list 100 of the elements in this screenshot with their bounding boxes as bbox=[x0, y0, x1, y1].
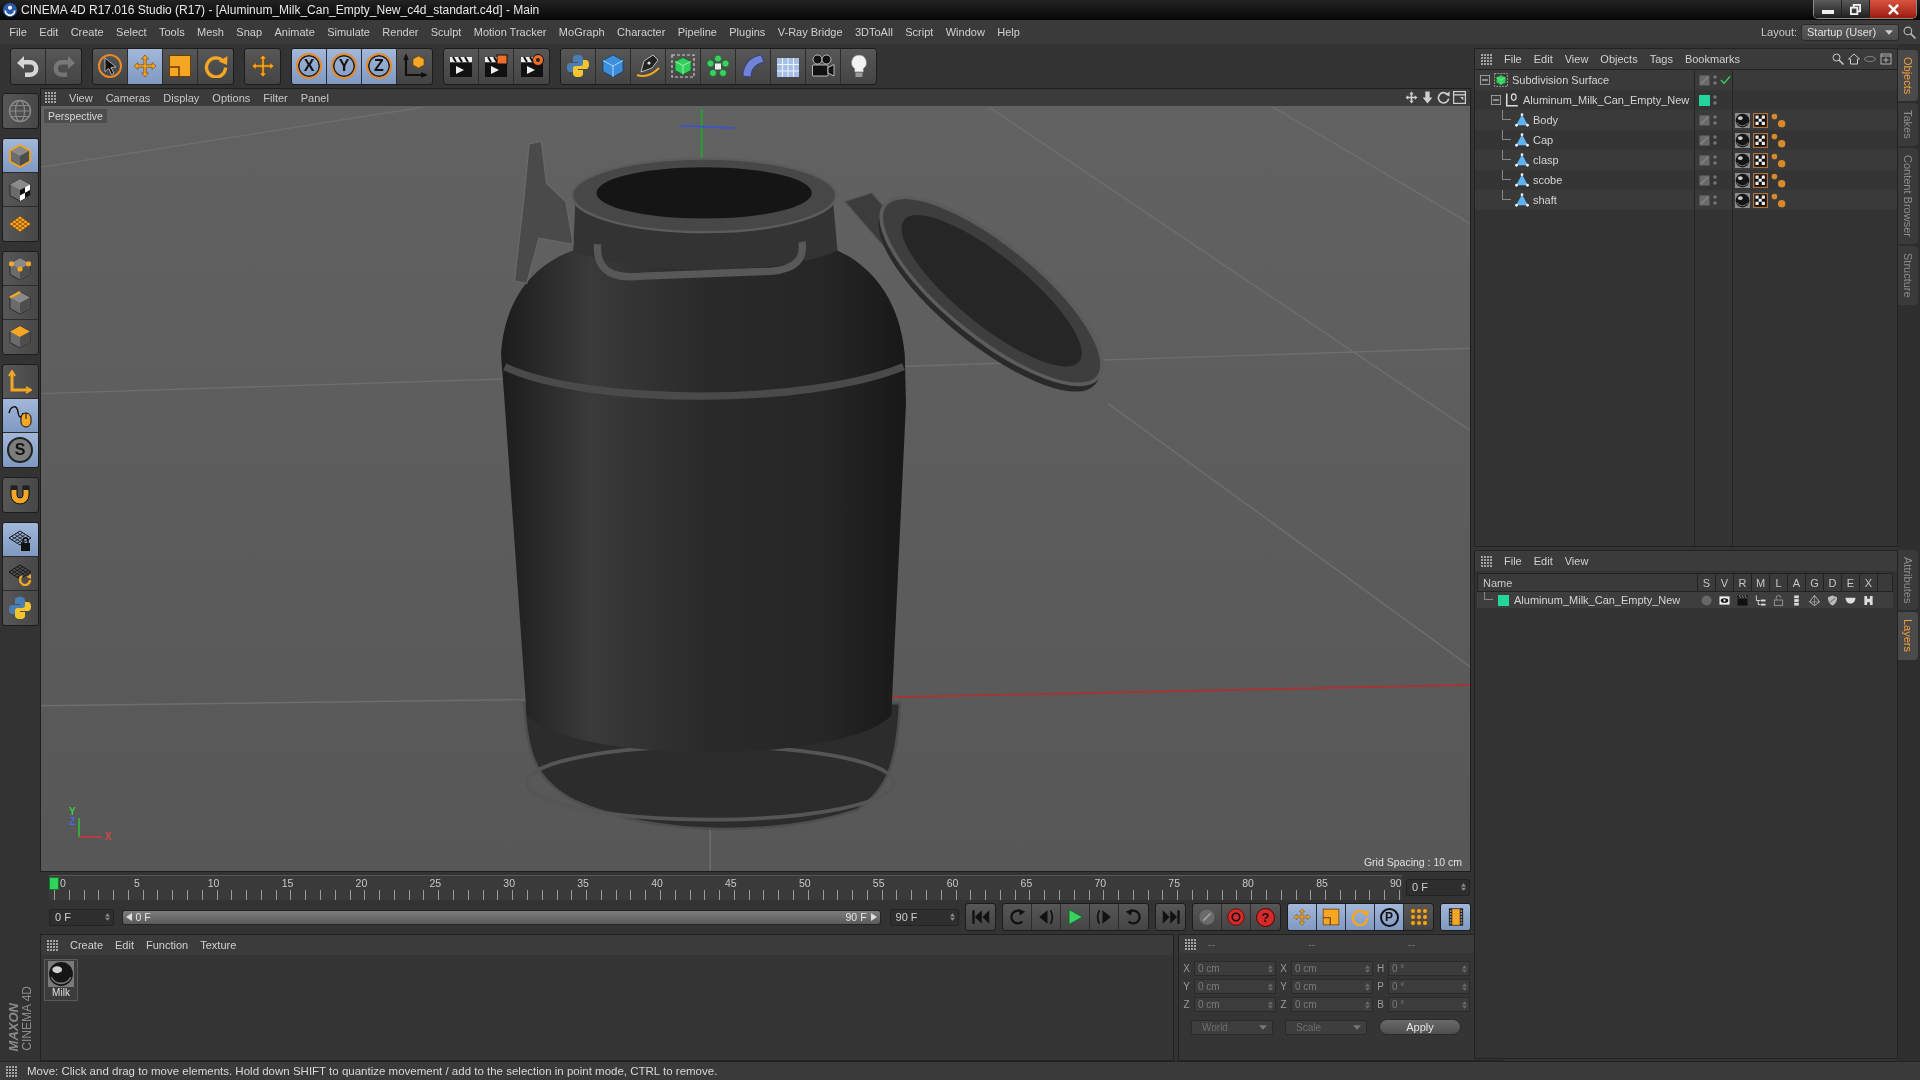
material-menu-item[interactable]: Function bbox=[140, 936, 195, 954]
current-frame-field[interactable]: 0 F bbox=[1406, 878, 1470, 896]
side-tab[interactable]: Objects bbox=[1898, 50, 1918, 102]
start-frame-field[interactable]: 0 F bbox=[49, 908, 114, 926]
object-row[interactable]: shaft bbox=[1475, 190, 1897, 210]
column-header[interactable]: L bbox=[1770, 574, 1788, 591]
menu-item[interactable]: Select bbox=[109, 22, 153, 42]
visibility-dots-icon[interactable] bbox=[1713, 75, 1717, 85]
h-shape-icon[interactable] bbox=[1862, 594, 1874, 606]
orbit-icon[interactable] bbox=[1437, 91, 1450, 104]
menu-item[interactable]: Help bbox=[991, 22, 1026, 42]
visibility-dots-icon[interactable] bbox=[1713, 95, 1717, 105]
menu-item[interactable]: Edit bbox=[33, 22, 65, 42]
object-menu-item[interactable]: File bbox=[1498, 50, 1528, 68]
material-item[interactable]: Milk bbox=[44, 959, 78, 1001]
apply-button[interactable]: Apply bbox=[1379, 1019, 1461, 1035]
range-handle-icon[interactable] bbox=[870, 913, 877, 921]
grip-icon[interactable] bbox=[1481, 53, 1492, 65]
close-button[interactable] bbox=[1870, 0, 1916, 18]
material-sphere-icon[interactable] bbox=[1735, 192, 1750, 208]
material-sphere-icon[interactable] bbox=[1735, 152, 1750, 168]
slash-box-icon[interactable] bbox=[1699, 154, 1710, 166]
menu-item[interactable]: Tools bbox=[152, 22, 191, 42]
grip-icon[interactable] bbox=[45, 92, 56, 103]
home-icon[interactable] bbox=[1848, 53, 1860, 65]
spinner-icon[interactable] bbox=[1461, 883, 1466, 891]
down-arrow-icon[interactable] bbox=[1421, 91, 1434, 104]
material-menu-item[interactable]: Texture bbox=[194, 936, 243, 954]
spinner-icon[interactable] bbox=[950, 913, 955, 921]
padlock-icon[interactable] bbox=[1772, 594, 1784, 606]
visibility-dots-icon[interactable] bbox=[1713, 195, 1717, 205]
end-frame-field[interactable]: 90 F bbox=[889, 908, 959, 926]
dots-tag-icon[interactable] bbox=[1771, 132, 1786, 148]
menu-item[interactable]: Window bbox=[939, 22, 991, 42]
timeline-button[interactable] bbox=[1441, 904, 1470, 930]
dots-tag-icon[interactable] bbox=[1771, 192, 1786, 208]
search-icon[interactable] bbox=[1903, 25, 1916, 39]
axis-lock-button[interactable]: X bbox=[292, 48, 327, 84]
visibility-dots-icon[interactable] bbox=[1713, 175, 1717, 185]
timeline-ruler[interactable]: 0 5 10 15 20 25 30 35 40 45 50 55 60 65 70 75 80 85 90 bbox=[49, 874, 1402, 900]
slash-box-icon[interactable] bbox=[1699, 174, 1710, 186]
side-tab[interactable]: Attributes bbox=[1898, 550, 1918, 611]
menu-item[interactable]: File bbox=[3, 22, 34, 42]
dots-tag-icon[interactable] bbox=[1771, 152, 1786, 168]
tweak-mode-button[interactable] bbox=[2, 399, 38, 433]
column-header[interactable]: M bbox=[1752, 574, 1770, 591]
frame-range-slider[interactable]: 0 F 90 F bbox=[121, 909, 881, 925]
swatch-icon[interactable] bbox=[1699, 94, 1710, 106]
column-header[interactable]: R bbox=[1734, 574, 1752, 591]
dot-icon[interactable] bbox=[1700, 594, 1712, 606]
side-tab[interactable]: Content Browser bbox=[1898, 148, 1918, 244]
viewport-menu-item[interactable]: Panel bbox=[293, 89, 335, 106]
menu-item[interactable]: Pipeline bbox=[671, 22, 724, 42]
menu-item[interactable]: Character bbox=[610, 22, 672, 42]
grip-icon[interactable] bbox=[1481, 555, 1492, 567]
pan-arrows-icon[interactable] bbox=[1405, 91, 1418, 104]
slash-box-icon[interactable] bbox=[1699, 114, 1710, 126]
menu-item[interactable]: Sculpt bbox=[424, 22, 468, 42]
solo-button[interactable]: S bbox=[2, 433, 38, 467]
clapperboard-icon[interactable] bbox=[1736, 594, 1748, 606]
model-mode-button[interactable] bbox=[2, 139, 38, 173]
column-header[interactable]: Name bbox=[1478, 574, 1698, 591]
restore-button[interactable] bbox=[1842, 0, 1870, 18]
side-tab[interactable]: Layers bbox=[1898, 612, 1918, 660]
axis-lock-button[interactable]: Y bbox=[327, 48, 362, 84]
column-header[interactable]: S bbox=[1698, 574, 1716, 591]
menu-item[interactable]: Mesh bbox=[190, 22, 231, 42]
new-panel-icon[interactable] bbox=[1880, 53, 1892, 65]
slash-box-icon[interactable] bbox=[1699, 194, 1710, 206]
object-row[interactable]: clasp bbox=[1475, 150, 1897, 170]
menu-item[interactable]: Render bbox=[376, 22, 425, 42]
column-header[interactable]: X bbox=[1860, 574, 1878, 591]
dots-tag-icon[interactable] bbox=[1771, 172, 1786, 188]
menu-item[interactable]: Simulate bbox=[320, 22, 377, 42]
layer-menu-item[interactable]: File bbox=[1498, 552, 1528, 570]
hierarchy-icon[interactable] bbox=[1754, 594, 1766, 606]
minimize-button[interactable] bbox=[1814, 0, 1842, 18]
object-menu-item[interactable]: Edit bbox=[1527, 50, 1559, 68]
viewport-menu-item[interactable]: Filter bbox=[256, 89, 294, 106]
object-row[interactable]: Body bbox=[1475, 110, 1897, 130]
key-position-button[interactable] bbox=[1288, 904, 1317, 930]
checker-tag-icon[interactable] bbox=[1753, 172, 1768, 188]
slash-box-icon[interactable] bbox=[1699, 134, 1710, 146]
column-header[interactable]: D bbox=[1824, 574, 1842, 591]
menu-item[interactable]: Script bbox=[899, 22, 940, 42]
checkmark-icon[interactable] bbox=[1720, 75, 1731, 85]
spinner-icon[interactable] bbox=[104, 913, 110, 921]
menu-item[interactable]: MoGraph bbox=[552, 22, 611, 42]
side-tab[interactable]: Takes bbox=[1898, 103, 1918, 147]
material-sphere-icon[interactable] bbox=[1735, 132, 1750, 148]
material-menu-item[interactable]: Edit bbox=[109, 936, 140, 954]
viewport-menu-item[interactable]: View bbox=[62, 89, 99, 106]
checker-tag-icon[interactable] bbox=[1753, 152, 1768, 168]
collapse-box-icon[interactable] bbox=[1491, 95, 1501, 105]
object-menu-item[interactable]: Bookmarks bbox=[1678, 50, 1746, 68]
checker-tag-icon[interactable] bbox=[1753, 112, 1768, 128]
collapse-box-icon[interactable] bbox=[1480, 75, 1490, 85]
layer-menu-item[interactable]: View bbox=[1558, 552, 1595, 570]
workplane-lock-button[interactable] bbox=[2, 523, 38, 557]
visibility-dots-icon[interactable] bbox=[1713, 115, 1717, 125]
